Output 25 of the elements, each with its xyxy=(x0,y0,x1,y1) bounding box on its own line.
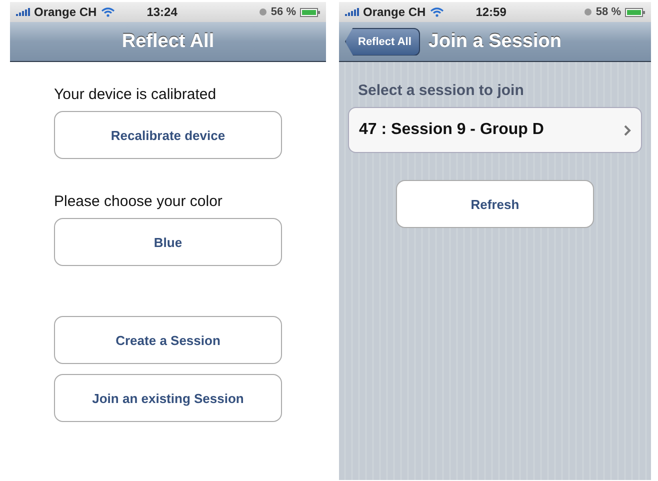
menu-button[interactable]: Join an existing Session xyxy=(54,374,282,422)
carrier-name: Orange CH xyxy=(34,5,97,19)
battery-percent: 58 % xyxy=(596,6,621,18)
battery-icon xyxy=(625,8,645,16)
clock-time: 12:59 xyxy=(476,5,506,19)
menu-button[interactable]: Blue xyxy=(54,218,282,266)
status-text: Your device is calibrated xyxy=(54,86,218,103)
signal-icon xyxy=(345,8,359,16)
wifi-icon xyxy=(430,7,444,17)
back-button[interactable]: Reflect All xyxy=(345,28,420,56)
signal-icon xyxy=(16,8,30,16)
status-text: Please choose your color xyxy=(54,193,224,210)
refresh-button[interactable]: Refresh xyxy=(396,180,594,228)
menu-button[interactable]: Create a Session xyxy=(54,316,282,364)
session-row[interactable]: 47 : Session 9 - Group D xyxy=(348,107,642,153)
chevron-icon xyxy=(624,124,631,136)
menu-button[interactable]: Recalibrate device xyxy=(54,111,282,159)
wifi-icon xyxy=(100,7,115,17)
screen-title: Join a Session xyxy=(428,30,562,52)
clock-time: 13:24 xyxy=(146,5,178,19)
carrier-name: Orange CH xyxy=(363,5,426,19)
section-header: Select a session to join xyxy=(358,82,525,99)
battery-percent: 56 % xyxy=(270,6,296,18)
screen-title: Reflect All xyxy=(122,30,214,52)
battery-icon xyxy=(300,8,320,16)
